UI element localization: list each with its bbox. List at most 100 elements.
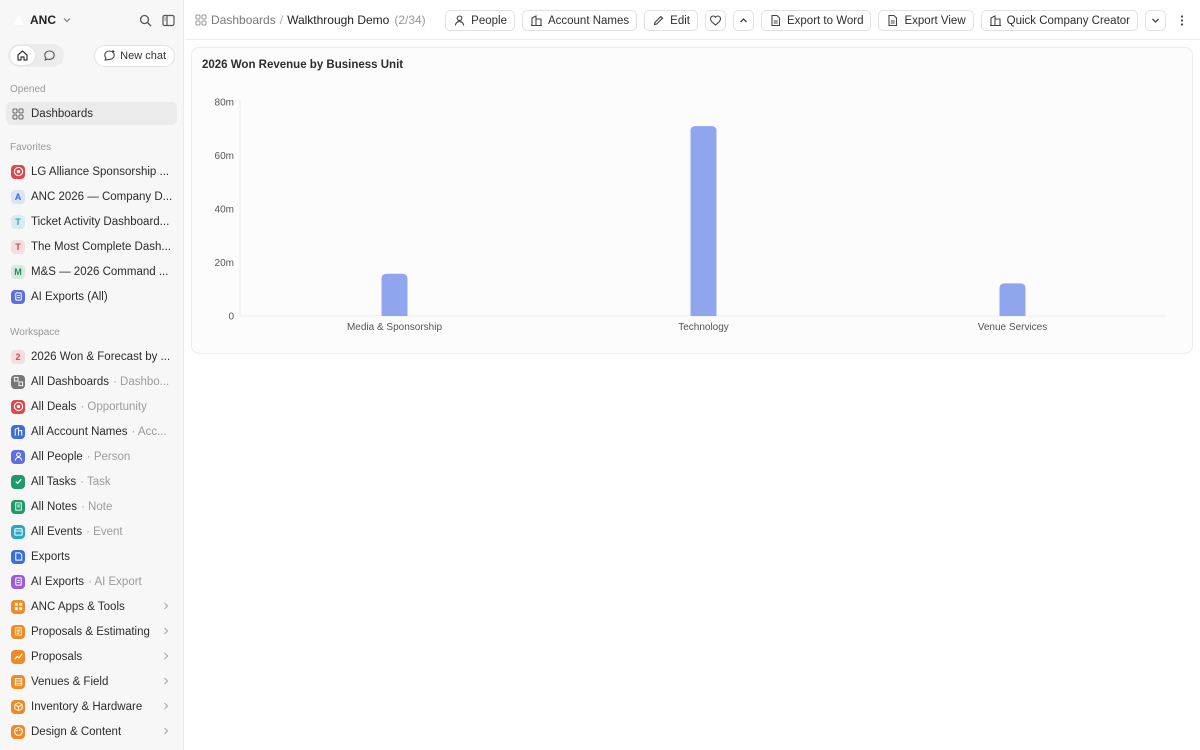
sidebar-workspace-item-10[interactable]: ANC Apps & Tools [6,595,177,618]
chevron-right-icon[interactable] [161,626,171,636]
sidebar-favorite-4[interactable]: M M&S — 2026 Command ... [6,260,177,283]
workspace-switcher[interactable]: ANC [12,9,175,31]
edit-button[interactable]: Edit [644,10,698,31]
sidebar-item-type: · Event [86,525,123,538]
account-names-button[interactable]: Account Names [521,10,638,31]
overflow-menu-button[interactable] [1173,10,1191,31]
sidebar-workspace-item-14[interactable]: Inventory & Hardware [6,695,177,718]
grid-icon [11,107,25,121]
chevron-down-icon [1152,18,1159,23]
sidebar-item-label: Design & Content [31,725,122,738]
sidebar-workspace-item-0[interactable]: 2 2026 Won & Forecast by ... [6,345,177,368]
sidebar-item-label: All Tasks [31,475,77,488]
opened-section-label: Opened [10,84,46,95]
home-tab[interactable] [10,46,35,65]
bar[interactable] [690,126,717,316]
people-button-label: People [471,14,507,27]
search-icon[interactable] [139,14,152,27]
heart-icon [709,15,722,26]
chevron-right-icon[interactable] [161,651,171,661]
target-icon [11,399,25,414]
sidebar-favorite-2[interactable]: T Ticket Activity Dashboard... [6,210,177,233]
pencil-icon [653,15,664,26]
bar[interactable] [999,283,1026,316]
new-chat-icon [104,50,115,61]
sidebar-favorite-5[interactable]: AI Exports (All) [6,285,177,308]
sidebar-workspace-item-4[interactable]: All People · Person [6,445,177,468]
sidebar-item-type: · AI Export [88,575,142,588]
ai-export-icon [11,289,25,304]
export-to-word-label: Export to Word [786,14,864,27]
export-view-button[interactable]: Export View [878,10,974,31]
sidebar-item-label: Ticket Activity Dashboard... [31,215,170,228]
export-to-word-button[interactable]: Export to Word [760,10,872,31]
workspace-logo-icon [14,15,24,25]
sidebar-workspace-item-11[interactable]: Proposals & Estimating [6,620,177,643]
chat-tab[interactable] [37,46,62,65]
sidebar-workspace-item-12[interactable]: Proposals [6,645,177,668]
sidebar-favorite-1[interactable]: A ANC 2026 — Company D... [6,185,177,208]
person-icon [11,449,25,464]
chevron-right-icon[interactable] [161,726,171,736]
sidebar-workspace-item-3[interactable]: All Account Names · Acc... [6,420,177,443]
building-icon [530,15,542,27]
sidebar-item-label: LG Alliance Sponsorship ... [31,165,170,178]
sidebar-favorite-3[interactable]: T The Most Complete Dash... [6,235,177,258]
breadcrumb-root[interactable]: Dashboards [211,13,276,27]
favorite-button[interactable] [704,10,726,31]
chart-line-icon [11,649,25,664]
sidebar-item-label: M&S — 2026 Command ... [31,265,169,278]
sidebar-item-dashboards[interactable]: Dashboards [6,102,177,125]
collapse-button[interactable] [732,10,754,31]
sidebar-favorite-0[interactable]: LG Alliance Sponsorship ... [6,160,177,183]
sidebar-workspace-item-8[interactable]: Exports [6,545,177,568]
sidebar-workspace-item-5[interactable]: All Tasks · Task [6,470,177,493]
workspace-section-label: Workspace [10,327,60,338]
export-doc-icon [888,14,898,27]
y-tick-label: 60m [215,151,234,162]
chevron-right-icon[interactable] [161,701,171,711]
sidebar: ANC New chat Opened Dashboards Favorites… [0,0,184,750]
letter-avatar-icon: T [11,239,25,254]
palette-icon [11,724,25,739]
sidebar-toggle-icon[interactable] [162,14,175,27]
y-tick-label: 0 [228,312,234,323]
sidebar-workspace-item-9[interactable]: AI Exports · AI Export [6,570,177,593]
dashboard-grid-icon [195,14,207,25]
sidebar-workspace-item-13[interactable]: Venues & Field [6,670,177,693]
sidebar-item-label: Venues & Field [31,675,109,688]
more-actions-dropdown[interactable] [1145,10,1166,31]
bar[interactable] [381,273,408,316]
new-chat-button[interactable]: New chat [94,44,175,67]
sidebar-item-label: All Dashboards [31,375,109,388]
dashboards-icon [11,374,25,389]
building-icon [11,424,25,439]
new-chat-label: New chat [120,49,166,62]
sidebar-item-label: ANC 2026 — Company D... [31,190,173,203]
export-view-label: Export View [904,14,966,27]
x-tick-label: Technology [678,322,729,333]
sidebar-item-label: All Deals [31,400,77,413]
sidebar-item-label: Proposals & Estimating [31,625,150,638]
quick-company-creator-button[interactable]: Quick Company Creator [980,10,1138,31]
export-icon [11,549,25,564]
chevron-right-icon[interactable] [161,601,171,611]
sidebar-item-label: Proposals [31,650,83,663]
chart-card: 2026 Won Revenue by Business Unit 0 20m 40… [191,47,1193,354]
sidebar-item-label: All Account Names [31,425,128,438]
chevron-right-icon[interactable] [161,676,171,686]
people-button[interactable]: People [445,10,515,31]
workspace-name: ANC [30,13,56,27]
sidebar-workspace-item-1[interactable]: All Dashboards · Dashbo... [6,370,177,393]
chat-bubble-icon [44,50,55,61]
sidebar-workspace-item-6[interactable]: All Notes · Note [6,495,177,518]
note-icon [11,499,25,514]
sidebar-workspace-item-2[interactable]: All Deals · Opportunity [6,395,177,418]
y-tick-label: 80m [215,98,234,109]
sidebar-workspace-item-7[interactable]: All Events · Event [6,520,177,543]
breadcrumb-current[interactable]: Walkthrough Demo [287,13,389,27]
view-toggle [8,44,64,67]
sidebar-item-label: AI Exports (All) [31,290,108,303]
sidebar-item-label: Exports [31,550,70,563]
sidebar-workspace-item-15[interactable]: Design & Content [6,720,177,743]
